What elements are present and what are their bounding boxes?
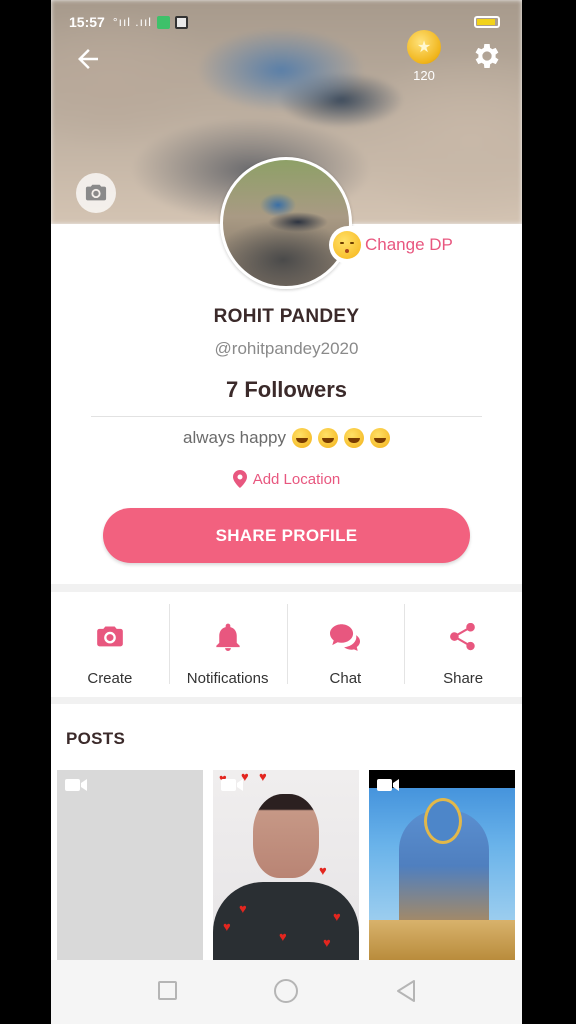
profile-name: ROHIT PANDEY <box>213 306 360 327</box>
nav-back-icon[interactable] <box>395 979 417 1003</box>
video-icon <box>221 779 243 791</box>
share-button[interactable]: Share <box>404 592 522 697</box>
create-button[interactable]: Create <box>51 592 169 697</box>
post-thumbnail[interactable] <box>57 770 203 960</box>
heart-icon: ♥ <box>279 929 287 944</box>
divider <box>91 416 482 417</box>
app-notification-icon <box>174 15 188 29</box>
kissing-face-icon <box>333 231 361 259</box>
whatsapp-icon <box>156 15 170 29</box>
chat-label: Chat <box>329 670 362 687</box>
change-dp-button[interactable]: Change DP <box>329 226 465 264</box>
video-icon <box>377 779 399 791</box>
chat-icon <box>330 622 361 652</box>
post-thumbnail[interactable] <box>369 770 515 960</box>
status-bar: 15:57 °ııl .ııl <box>51 0 522 44</box>
video-icon <box>65 779 87 791</box>
notifications-label: Notifications <box>186 670 269 687</box>
heart-icon: ♥ <box>239 901 247 916</box>
battery-icon <box>474 16 500 28</box>
back-arrow-icon[interactable] <box>73 44 103 74</box>
smiley-icon <box>344 428 364 448</box>
smiley-icon <box>318 428 338 448</box>
coin-count: 120 <box>413 68 435 83</box>
signal-icon: °ııl .ııl <box>112 15 152 29</box>
share-icon <box>448 622 478 652</box>
post-person-image <box>253 794 319 878</box>
coin-icon[interactable]: ★ <box>407 30 441 64</box>
notifications-button[interactable]: Notifications <box>168 592 287 697</box>
cover-camera-button[interactable] <box>76 173 116 213</box>
heart-icon: ♥ <box>319 863 327 878</box>
chat-button[interactable]: Chat <box>286 592 405 697</box>
status-time: 15:57 <box>69 14 105 30</box>
heart-icon: ♥ <box>333 909 341 924</box>
location-pin-icon <box>232 470 247 488</box>
home-icon[interactable] <box>274 979 298 1003</box>
profile-screen: 15:57 °ııl .ııl ★ 120 Change DP ROHIT PA… <box>51 0 522 1024</box>
recents-icon[interactable] <box>158 981 177 1000</box>
add-location-link[interactable]: Add Location <box>51 470 522 488</box>
heart-icon: ♥ <box>259 770 267 784</box>
create-label: Create <box>87 670 133 687</box>
smiley-icon <box>370 428 390 448</box>
avatar[interactable] <box>220 157 352 289</box>
posts-section: POSTS ♥ ♥ ♥ ♥ ♥ ♥ ♥ ♥ ♥ <box>51 704 522 960</box>
camera-icon <box>95 622 125 652</box>
profile-bio: always happy <box>51 428 522 448</box>
profile-handle: @rohitpandey2020 <box>214 339 359 358</box>
change-dp-label: Change DP <box>365 235 453 254</box>
camera-icon <box>85 184 107 201</box>
posts-title: POSTS <box>66 729 126 748</box>
post-deity-base <box>369 920 515 960</box>
heart-icon: ♥ <box>323 935 331 950</box>
bell-icon <box>213 622 243 652</box>
share-profile-button[interactable]: SHARE PROFILE <box>103 508 470 563</box>
system-nav-bar <box>51 960 522 1024</box>
add-location-label: Add Location <box>252 470 341 488</box>
bio-text: always happy <box>182 428 286 447</box>
smiley-icon <box>292 428 312 448</box>
heart-icon: ♥ <box>223 919 231 934</box>
post-thumbnail[interactable]: ♥ ♥ ♥ ♥ ♥ ♥ ♥ ♥ ♥ <box>213 770 359 960</box>
action-row: Create Notifications Chat Share <box>51 592 522 697</box>
post-deity-head <box>424 798 462 844</box>
followers-count[interactable]: 7 Followers <box>51 377 522 403</box>
gear-icon[interactable] <box>471 40 503 72</box>
share-label: Share <box>443 670 484 687</box>
